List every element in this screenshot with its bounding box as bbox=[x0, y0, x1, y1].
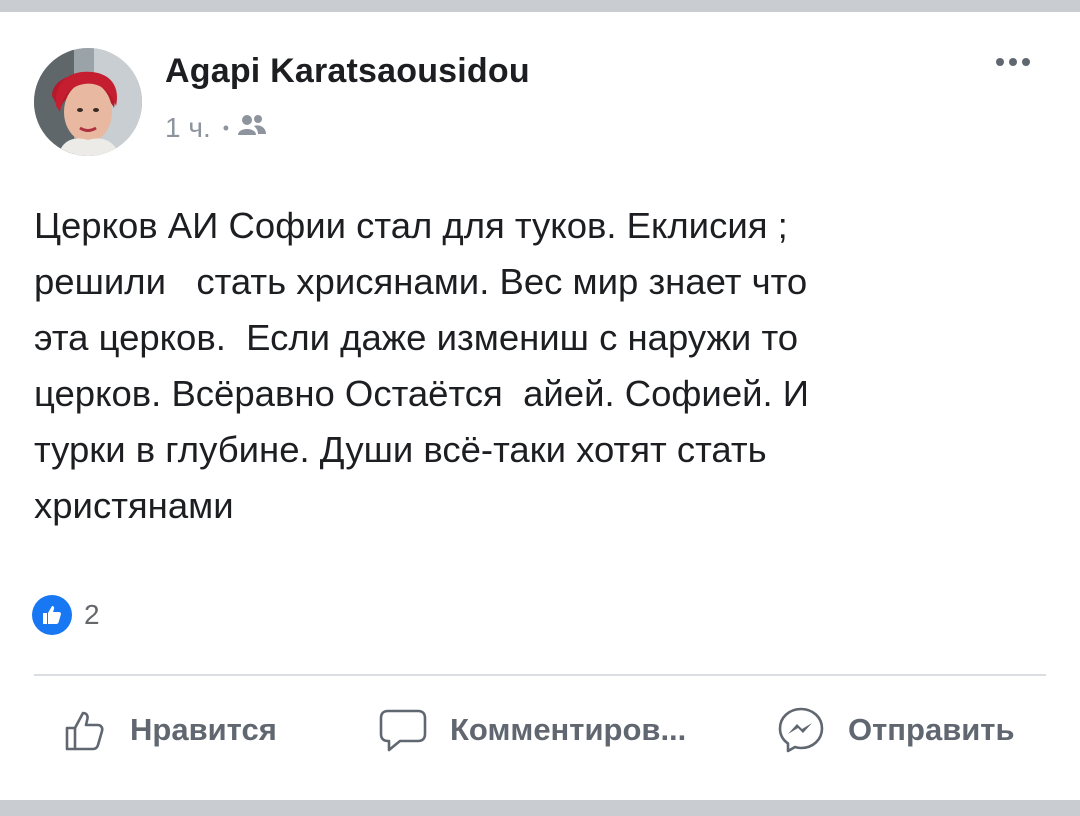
reactions-summary[interactable]: 2 bbox=[32, 592, 100, 638]
comment-button[interactable]: Комментиров... bbox=[378, 700, 686, 760]
more-options-icon[interactable] bbox=[996, 58, 1030, 66]
like-label: Нравится bbox=[130, 712, 277, 747]
post-time[interactable]: 1 ч. bbox=[165, 112, 211, 144]
action-bar: Нравится Комментиров... Отправить bbox=[0, 700, 1080, 760]
post-text-line: турки в глубине. Души всё-таки хотят ста… bbox=[34, 429, 767, 470]
post-card: Agapi Karatsaousidou 1 ч. • Церков АИ Со… bbox=[0, 12, 1080, 800]
post-meta: 1 ч. • bbox=[165, 110, 267, 146]
post-text-line: решили стать хрисянами. Вес мир знает чт… bbox=[34, 261, 808, 302]
like-button[interactable]: Нравится bbox=[62, 700, 277, 760]
author-name[interactable]: Agapi Karatsaousidou bbox=[165, 52, 530, 91]
post-text: Церков АИ Софии стал для туков. Еклисия … bbox=[34, 198, 1044, 534]
divider bbox=[34, 674, 1046, 676]
avatar[interactable] bbox=[34, 48, 142, 156]
thumbs-up-icon bbox=[62, 707, 108, 753]
reaction-count: 2 bbox=[84, 599, 100, 630]
friends-icon bbox=[237, 112, 267, 144]
messenger-icon bbox=[776, 705, 826, 755]
post-text-line: Церков АИ Софии стал для туков. Еклисия … bbox=[34, 205, 788, 246]
meta-separator: • bbox=[222, 117, 230, 138]
post-text-line: христянами bbox=[34, 485, 234, 526]
avatar-photo bbox=[34, 48, 142, 156]
comment-label: Комментиров... bbox=[450, 712, 687, 747]
post-text-line: церков. Всёравно Остаётся айей. Софией. … bbox=[34, 373, 810, 414]
send-label: Отправить bbox=[848, 712, 1015, 747]
like-reaction-icon bbox=[32, 595, 72, 635]
post-text-line: эта церков. Если даже измениш с наружи т… bbox=[34, 317, 799, 358]
send-button[interactable]: Отправить bbox=[776, 700, 1015, 760]
comment-icon bbox=[378, 707, 428, 753]
